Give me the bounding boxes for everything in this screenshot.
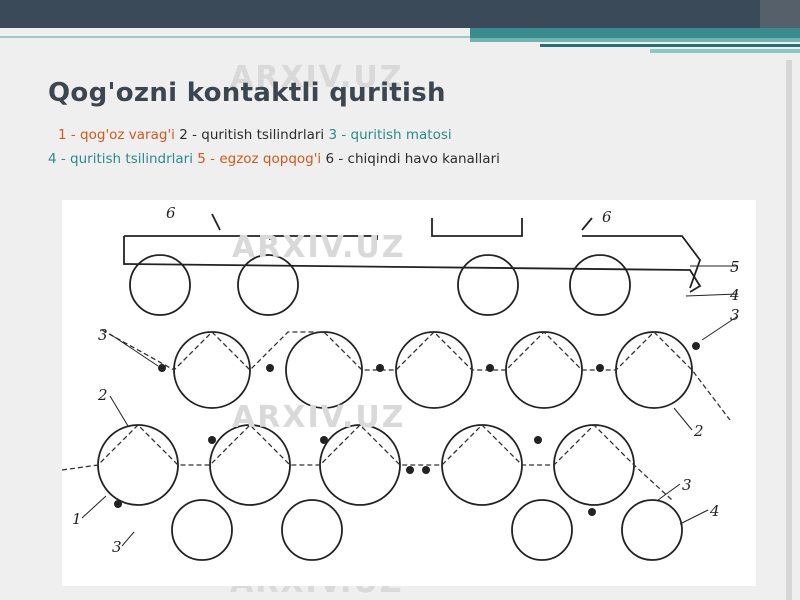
guide-roller bbox=[208, 436, 216, 444]
air-duct-opening bbox=[431, 218, 523, 237]
callout-leader bbox=[109, 395, 129, 427]
cylinder-bottom bbox=[511, 499, 573, 561]
top-bar bbox=[0, 0, 800, 28]
legend-item-7: havo kanallari bbox=[404, 151, 500, 167]
paper-sheet-path bbox=[61, 424, 673, 501]
guide-roller bbox=[422, 466, 430, 474]
exhaust-hood-outline bbox=[123, 236, 702, 293]
callout-leader bbox=[109, 333, 159, 367]
callout-leader bbox=[673, 407, 693, 431]
guide-roller bbox=[692, 342, 700, 350]
header-teal-band bbox=[470, 28, 800, 38]
page-title: Qog'ozni kontaktli quritish bbox=[48, 78, 446, 108]
exhaust-hood-segment bbox=[124, 235, 271, 240]
header-divider bbox=[0, 36, 470, 38]
callout-label: 2 bbox=[97, 386, 108, 404]
callout-leader bbox=[581, 217, 593, 231]
guide-roller bbox=[266, 364, 274, 372]
legend-item-3: 3 - quritish matosi bbox=[328, 127, 452, 143]
cylinder-top bbox=[237, 254, 299, 316]
callout-leader bbox=[701, 315, 739, 341]
cylinder-upper bbox=[285, 331, 363, 409]
exhaust-hood-segment bbox=[272, 235, 378, 240]
legend-item-4: 4 - quritish tsilindrlari bbox=[48, 151, 193, 167]
cylinder-lower bbox=[319, 424, 401, 506]
dryer-diagram: 6 6 5 4 3 3 2 2 3 4 1 3 bbox=[61, 204, 740, 561]
legend-item-2: 2 - quritish tsilindrlari bbox=[179, 127, 325, 143]
guide-roller bbox=[376, 364, 384, 372]
guide-roller bbox=[158, 364, 166, 372]
callout-label: 2 bbox=[693, 422, 704, 440]
dryer-diagram-figure: 6 6 5 4 3 3 2 2 3 4 1 3 ARXIV.UZ ARXIV.U… bbox=[61, 200, 756, 586]
guide-roller bbox=[588, 508, 596, 516]
guide-roller bbox=[534, 436, 542, 444]
callout-label: 3 bbox=[730, 306, 740, 324]
callout-leader bbox=[81, 495, 107, 519]
callout-label: 3 bbox=[98, 326, 108, 344]
guide-roller bbox=[596, 364, 604, 372]
legend-line-1: 1 - qog'oz varag'i 2 - quritish tsilindr… bbox=[58, 127, 452, 143]
callout-label: 4 bbox=[709, 502, 720, 520]
callout-leader bbox=[679, 509, 709, 525]
guide-roller bbox=[406, 466, 414, 474]
cylinder-upper bbox=[505, 331, 583, 409]
guide-roller bbox=[114, 500, 122, 508]
cylinder-top bbox=[457, 254, 519, 316]
callout-leader bbox=[211, 213, 221, 231]
cylinder-lower bbox=[553, 424, 635, 506]
legend-line-2: 4 - quritish tsilindrlari 5 - egzoz qopq… bbox=[48, 151, 500, 167]
callout-label: 1 bbox=[72, 510, 82, 528]
exhaust-hood-segment bbox=[582, 235, 702, 289]
cylinder-upper bbox=[395, 331, 473, 409]
callout-label: 4 bbox=[729, 286, 740, 304]
callout-label: 6 bbox=[166, 204, 176, 222]
cylinder-upper bbox=[615, 331, 693, 409]
legend-item-6: 6 - chiqindi bbox=[325, 151, 401, 167]
callout-label: 3 bbox=[112, 538, 122, 556]
cylinder-upper bbox=[173, 331, 251, 409]
cylinder-bottom bbox=[621, 499, 683, 561]
cylinder-bottom bbox=[281, 499, 343, 561]
header-stripe bbox=[470, 38, 800, 42]
top-bar-accent bbox=[760, 0, 800, 28]
guide-roller bbox=[486, 364, 494, 372]
guide-roller bbox=[320, 436, 328, 444]
header-stripe bbox=[650, 49, 800, 53]
cylinder-top bbox=[569, 254, 631, 316]
cylinder-bottom bbox=[171, 499, 233, 561]
callout-label: 5 bbox=[730, 258, 740, 276]
callout-label: 3 bbox=[682, 476, 692, 494]
legend-item-5: 5 - egzoz qopqog'i bbox=[197, 151, 322, 167]
drying-felt-path bbox=[101, 329, 731, 421]
callout-label: 6 bbox=[602, 208, 612, 226]
cylinder-lower bbox=[97, 424, 179, 506]
cylinder-lower bbox=[441, 424, 523, 506]
cylinder-lower bbox=[209, 424, 291, 506]
right-rail bbox=[786, 60, 792, 600]
legend-item-1: 1 - qog'oz varag'i bbox=[58, 127, 175, 143]
header-stripe bbox=[540, 44, 800, 47]
callout-leader bbox=[121, 531, 135, 547]
